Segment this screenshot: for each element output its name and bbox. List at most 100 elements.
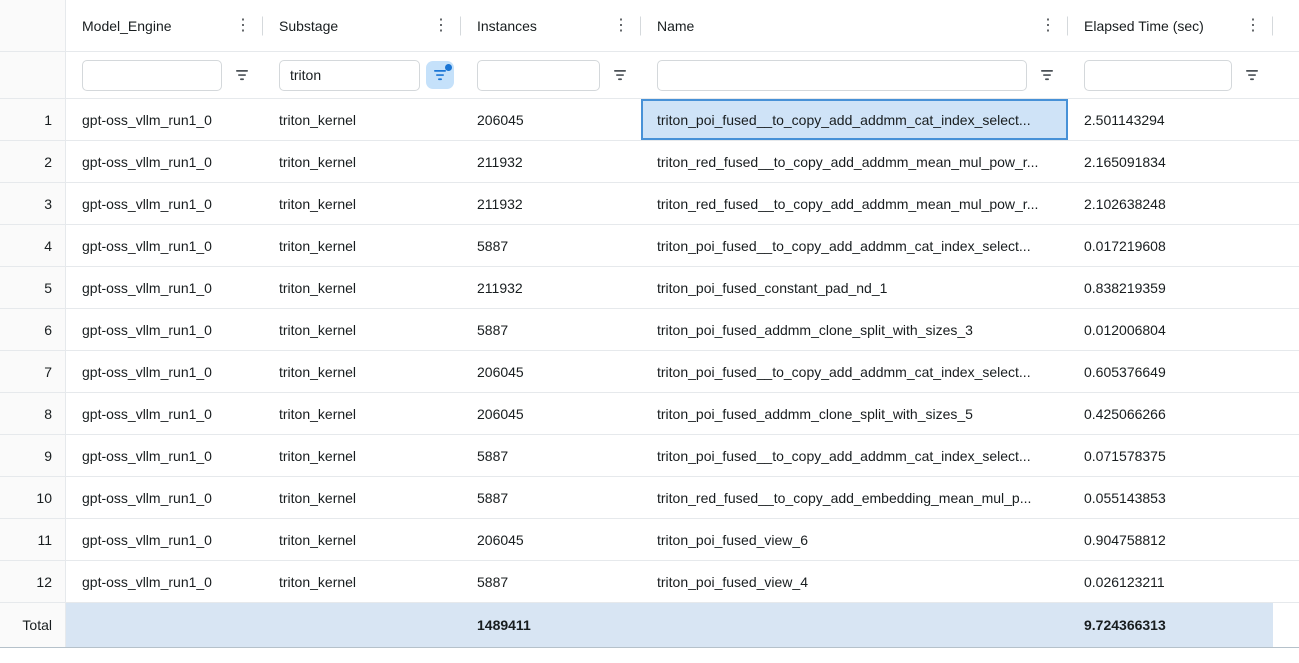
cell-substage[interactable]: triton_kernel [263,183,461,224]
total-row-filler [1273,603,1299,647]
row-number: 8 [0,393,66,434]
cell-substage[interactable]: triton_kernel [263,309,461,350]
filter-row-corner [0,52,66,98]
cell-model-engine[interactable]: gpt-oss_vllm_run1_0 [66,351,263,392]
column-menu-icon[interactable]: ⋮ [613,18,629,34]
cell-model-engine[interactable]: gpt-oss_vllm_run1_0 [66,435,263,476]
cell-name[interactable]: triton_poi_fused__to_copy_add_addmm_cat_… [641,435,1068,476]
cell-model-engine[interactable]: gpt-oss_vllm_run1_0 [66,477,263,518]
cell-name[interactable]: triton_poi_fused__to_copy_add_addmm_cat_… [641,351,1068,392]
filter-active-dot [445,64,452,71]
row-filler [1273,561,1299,602]
row-filler [1273,519,1299,560]
column-header-substage[interactable]: Substage ⋮ [263,0,461,51]
cell-instances[interactable]: 206045 [461,351,641,392]
filter-button-substage[interactable] [426,61,454,89]
cell-name[interactable]: triton_red_fused__to_copy_add_embedding_… [641,477,1068,518]
cell-elapsed-time[interactable]: 0.838219359 [1068,267,1273,308]
cell-elapsed-time[interactable]: 0.605376649 [1068,351,1273,392]
cell-model-engine[interactable]: gpt-oss_vllm_run1_0 [66,99,263,140]
cell-elapsed-time[interactable]: 0.017219608 [1068,225,1273,266]
filter-input-elapsed-time[interactable] [1084,60,1232,91]
cell-elapsed-time[interactable]: 2.501143294 [1068,99,1273,140]
cell-substage[interactable]: triton_kernel [263,561,461,602]
cell-model-engine[interactable]: gpt-oss_vllm_run1_0 [66,393,263,434]
row-filler [1273,309,1299,350]
cell-model-engine[interactable]: gpt-oss_vllm_run1_0 [66,141,263,182]
cell-elapsed-time[interactable]: 2.102638248 [1068,183,1273,224]
cell-instances[interactable]: 5887 [461,309,641,350]
cell-name[interactable]: triton_poi_fused_addmm_clone_split_with_… [641,393,1068,434]
cell-instances[interactable]: 5887 [461,477,641,518]
filter-input-instances[interactable] [477,60,600,91]
cell-instances[interactable]: 206045 [461,99,641,140]
row-filler [1273,393,1299,434]
column-header-instances[interactable]: Instances ⋮ [461,0,641,51]
cell-instances[interactable]: 211932 [461,267,641,308]
cell-instances[interactable]: 5887 [461,561,641,602]
filter-button-model-engine[interactable] [228,61,256,89]
cell-name[interactable]: triton_poi_fused_view_4 [641,561,1068,602]
cell-model-engine[interactable]: gpt-oss_vllm_run1_0 [66,561,263,602]
row-number: 11 [0,519,66,560]
table-row: 12 gpt-oss_vllm_run1_0 triton_kernel 588… [0,561,1299,603]
column-label: Name [657,18,1040,34]
cell-name[interactable]: triton_poi_fused_constant_pad_nd_1 [641,267,1068,308]
cell-name[interactable]: triton_poi_fused__to_copy_add_addmm_cat_… [641,225,1068,266]
cell-instances[interactable]: 5887 [461,435,641,476]
column-menu-icon[interactable]: ⋮ [1040,18,1056,34]
filter-input-name[interactable] [657,60,1027,91]
cell-name[interactable]: triton_red_fused__to_copy_add_addmm_mean… [641,141,1068,182]
cell-elapsed-time[interactable]: 0.904758812 [1068,519,1273,560]
total-cell-substage [263,603,461,647]
column-label: Model_Engine [82,18,235,34]
cell-substage[interactable]: triton_kernel [263,141,461,182]
column-header-model-engine[interactable]: Model_Engine ⋮ [66,0,263,51]
column-menu-icon[interactable]: ⋮ [235,18,251,34]
cell-elapsed-time[interactable]: 0.012006804 [1068,309,1273,350]
column-menu-icon[interactable]: ⋮ [1245,18,1261,34]
filter-button-instances[interactable] [606,61,634,89]
cell-name[interactable]: triton_poi_fused__to_copy_add_addmm_cat_… [641,99,1068,140]
cell-name[interactable]: triton_red_fused__to_copy_add_addmm_mean… [641,183,1068,224]
cell-name[interactable]: triton_poi_fused_addmm_clone_split_with_… [641,309,1068,350]
filter-input-model-engine[interactable] [82,60,222,91]
cell-elapsed-time[interactable]: 0.026123211 [1068,561,1273,602]
cell-substage[interactable]: triton_kernel [263,99,461,140]
cell-elapsed-time[interactable]: 0.055143853 [1068,477,1273,518]
cell-model-engine[interactable]: gpt-oss_vllm_run1_0 [66,225,263,266]
row-number: 7 [0,351,66,392]
cell-elapsed-time[interactable]: 0.425066266 [1068,393,1273,434]
cell-instances[interactable]: 206045 [461,519,641,560]
cell-model-engine[interactable]: gpt-oss_vllm_run1_0 [66,519,263,560]
cell-elapsed-time[interactable]: 2.165091834 [1068,141,1273,182]
cell-substage[interactable]: triton_kernel [263,393,461,434]
cell-model-engine[interactable]: gpt-oss_vllm_run1_0 [66,183,263,224]
cell-substage[interactable]: triton_kernel [263,225,461,266]
row-number: 3 [0,183,66,224]
cell-instances[interactable]: 211932 [461,141,641,182]
cell-substage[interactable]: triton_kernel [263,267,461,308]
table-row: 9 gpt-oss_vllm_run1_0 triton_kernel 5887… [0,435,1299,477]
column-menu-icon[interactable]: ⋮ [433,18,449,34]
filter-input-substage[interactable] [279,60,420,91]
cell-elapsed-time[interactable]: 0.071578375 [1068,435,1273,476]
total-instances: 1489411 [461,603,641,647]
cell-substage[interactable]: triton_kernel [263,435,461,476]
column-header-elapsed-time[interactable]: Elapsed Time (sec) ⋮ [1068,0,1273,51]
row-filler [1273,99,1299,140]
cell-substage[interactable]: triton_kernel [263,519,461,560]
total-elapsed-time: 9.724366313 [1068,603,1273,647]
cell-model-engine[interactable]: gpt-oss_vllm_run1_0 [66,309,263,350]
filter-button-name[interactable] [1033,61,1061,89]
cell-substage[interactable]: triton_kernel [263,351,461,392]
column-header-name[interactable]: Name ⋮ [641,0,1068,51]
filter-cell-model-engine [66,52,263,98]
cell-instances[interactable]: 206045 [461,393,641,434]
cell-substage[interactable]: triton_kernel [263,477,461,518]
cell-instances[interactable]: 5887 [461,225,641,266]
cell-name[interactable]: triton_poi_fused_view_6 [641,519,1068,560]
cell-instances[interactable]: 211932 [461,183,641,224]
filter-button-elapsed-time[interactable] [1238,61,1266,89]
cell-model-engine[interactable]: gpt-oss_vllm_run1_0 [66,267,263,308]
